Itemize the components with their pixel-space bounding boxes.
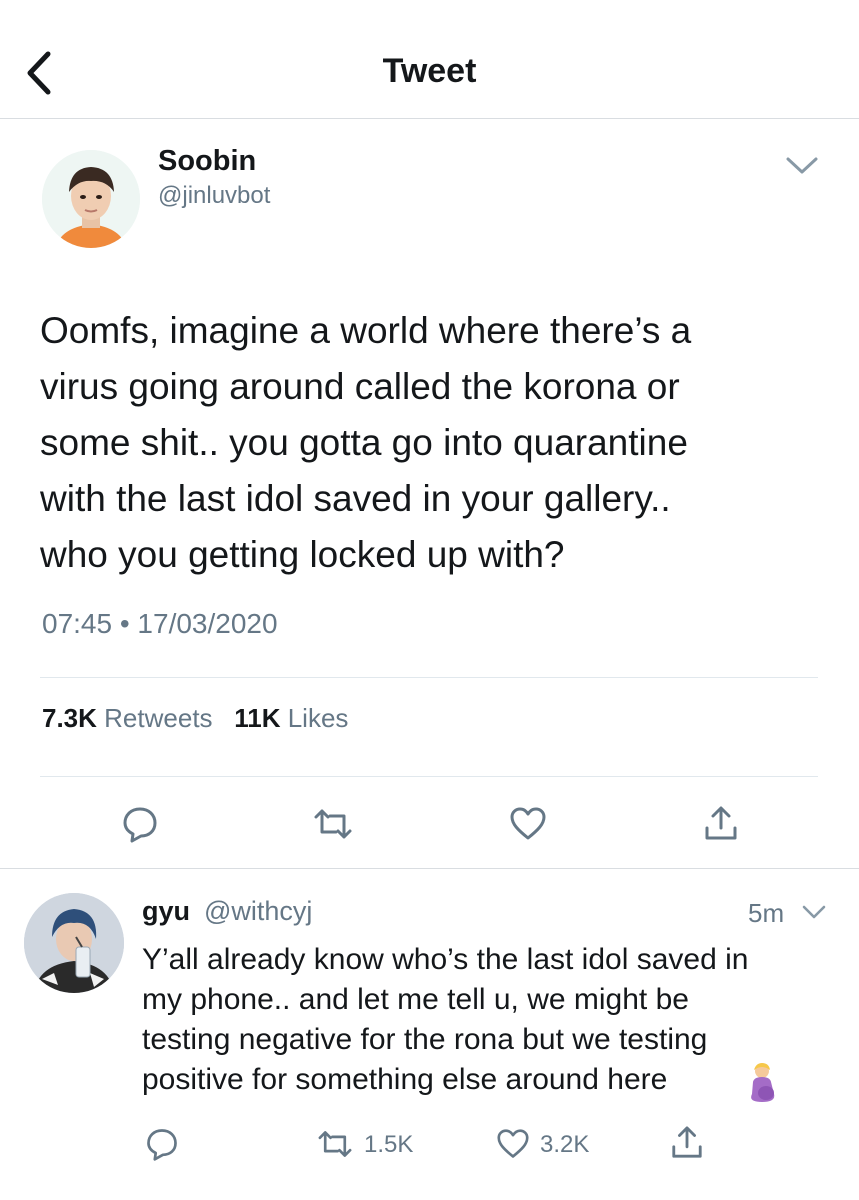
author-avatar[interactable]	[42, 150, 140, 248]
top-bar: Tweet	[0, 0, 859, 119]
reply-text: Y’all already know who’s the last idol s…	[142, 943, 749, 1096]
author-name[interactable]: Soobin	[158, 145, 256, 178]
reply-avatar[interactable]	[24, 893, 124, 993]
like-icon[interactable]	[508, 806, 548, 842]
page-title: Tweet	[382, 52, 477, 90]
likes-count[interactable]: 11K	[234, 703, 280, 733]
divider	[40, 677, 818, 678]
tweet-text: Oomfs, imagine a world where there’s a v…	[40, 310, 692, 575]
like-icon[interactable]	[495, 1128, 531, 1160]
retweet-icon[interactable]	[312, 806, 354, 842]
tweet-timestamp: 07:45 • 17/03/2020	[42, 608, 278, 639]
likes-label[interactable]: Likes	[288, 703, 349, 733]
retweets-count[interactable]: 7.3K	[42, 703, 97, 733]
share-icon[interactable]	[703, 804, 739, 844]
tweet-stats: 7.3K Retweets 11K Likes	[42, 703, 348, 734]
retweets-label[interactable]: Retweets	[104, 703, 212, 733]
reply-author-name[interactable]: gyu	[142, 896, 190, 927]
reply-retweets-count[interactable]: 1.5K	[364, 1131, 413, 1159]
chevron-down-icon[interactable]	[782, 150, 822, 180]
share-icon[interactable]	[670, 1124, 704, 1162]
reply-icon[interactable]	[144, 1126, 180, 1162]
chevron-down-icon[interactable]	[800, 900, 828, 924]
author-handle[interactable]: @jinluvbot	[158, 182, 270, 210]
reply-author-handle[interactable]: @withcyj	[204, 896, 312, 927]
divider	[40, 776, 818, 777]
reply-icon[interactable]	[120, 804, 160, 844]
retweet-icon[interactable]	[316, 1128, 354, 1160]
reply-likes-count[interactable]: 3.2K	[540, 1131, 589, 1159]
section-divider	[0, 868, 859, 869]
reply-timestamp: 5m	[748, 898, 785, 928]
pregnant-woman-emoji-icon	[751, 1063, 775, 1102]
